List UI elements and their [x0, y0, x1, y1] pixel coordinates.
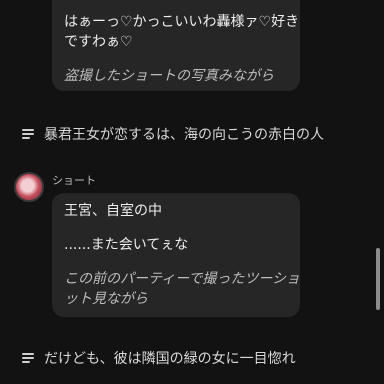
message-line: ......また会いてぇな — [64, 237, 189, 253]
narration-text: だけども、彼は隣国の緑の女に一目惚れ — [44, 351, 296, 367]
message-line: ですわぁ♡ — [64, 34, 133, 50]
message-line: 王宮、自室の中 — [64, 203, 162, 219]
avatar[interactable] — [14, 172, 44, 202]
message-line-italic: 盗撮したショートの写真みながら — [64, 68, 274, 84]
chat-screen: はぁーっ♡かっこいいわ轟様ァ♡好き ですわぁ♡ 盗撮したショートの写真みながら … — [0, 0, 384, 384]
message-line-italic: ット見ながら — [64, 291, 148, 307]
message-line-italic: この前のパーティーで撮ったツーショ — [64, 271, 301, 287]
narration-row: だけども、彼は隣国の緑の女に一目惚れ — [22, 348, 296, 368]
message-line: はぁーっ♡かっこいいわ轟様ァ♡好き — [64, 14, 300, 30]
text-lines-icon — [22, 129, 34, 139]
narration-text: 暴君王女が恋するは、海の向こうの赤白の人 — [44, 127, 324, 143]
text-lines-icon — [22, 353, 34, 363]
speaker-name: ショート — [52, 174, 96, 187]
narration-row: 暴君王女が恋するは、海の向こうの赤白の人 — [22, 124, 324, 144]
scrollbar[interactable] — [376, 248, 380, 310]
